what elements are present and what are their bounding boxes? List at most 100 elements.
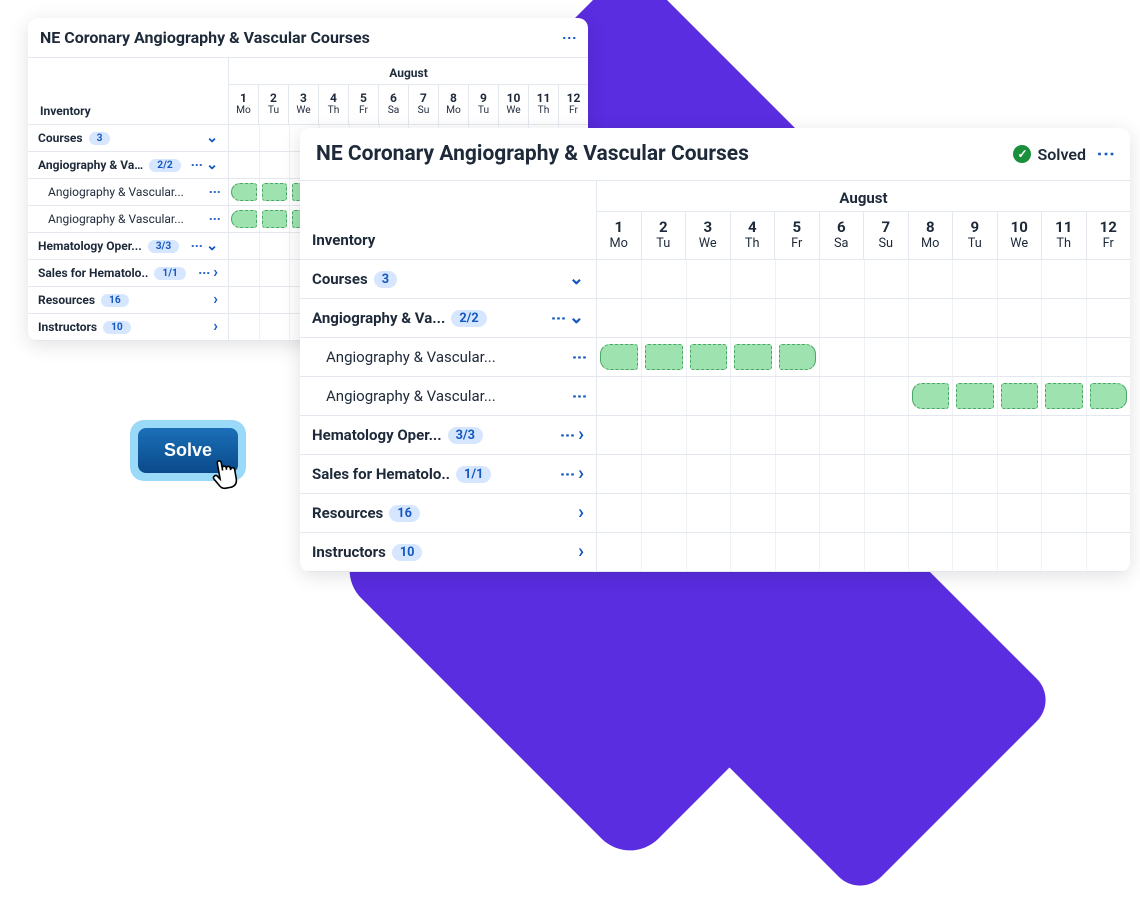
chevron-right-icon[interactable] (213, 320, 218, 334)
scheduled-block[interactable] (231, 183, 257, 201)
row-menu-icon[interactable]: ⋮ (575, 350, 584, 365)
row-menu-icon[interactable]: ⋮ (563, 428, 572, 443)
chevron-right-icon[interactable] (578, 426, 584, 444)
day-of-week: Th (529, 105, 558, 116)
group-row[interactable]: Courses3 (300, 260, 596, 299)
timeline-cell (686, 299, 730, 337)
scheduled-block[interactable] (645, 344, 682, 370)
count-badge: 1/1 (154, 267, 185, 280)
timeline-cell (730, 299, 774, 337)
group-row[interactable]: Angiography & Va...2/2⋮ (28, 152, 228, 179)
timeline-cell (1041, 455, 1085, 493)
timeline-cell (819, 533, 863, 571)
group-row[interactable]: Hematology Oper...3/3⋮ (28, 233, 228, 260)
scheduled-block[interactable] (690, 344, 727, 370)
timeline-cell (259, 206, 289, 232)
timeline-cell (997, 299, 1041, 337)
scheduled-block[interactable] (1090, 383, 1127, 409)
group-row[interactable]: Angiography & Va...2/2⋮ (300, 299, 596, 338)
day-number: 10 (998, 218, 1042, 236)
group-row[interactable]: Hematology Oper...3/3⋮ (300, 416, 596, 455)
chevron-down-icon[interactable] (206, 131, 218, 145)
chevron-down-icon[interactable] (569, 309, 584, 327)
scheduled-block[interactable] (262, 210, 287, 228)
scheduled-block[interactable] (734, 344, 771, 370)
day-of-week: We (499, 105, 528, 116)
chevron-right-icon[interactable] (578, 543, 584, 561)
row-menu-icon[interactable]: ⋮ (211, 186, 218, 198)
timeline-cell (229, 152, 259, 178)
timeline-cell (641, 260, 685, 298)
chevron-right-icon[interactable] (213, 293, 218, 307)
timeline-cell (952, 455, 996, 493)
day-column-header: 6Sa (378, 85, 408, 125)
timeline-cell (597, 416, 641, 454)
day-of-week: Th (1042, 236, 1086, 251)
group-row[interactable]: Courses3 (28, 125, 228, 152)
day-of-week: Th (731, 236, 775, 251)
timeline-cell (597, 455, 641, 493)
group-row[interactable]: Resources16 (28, 287, 228, 314)
chevron-down-icon[interactable] (206, 158, 218, 172)
scheduled-block[interactable] (779, 344, 816, 370)
timeline-cell (775, 455, 819, 493)
day-number: 7 (409, 91, 438, 105)
scheduled-block[interactable] (1045, 383, 1082, 409)
group-row[interactable]: Instructors10 (28, 314, 228, 341)
scheduled-block[interactable] (1001, 383, 1038, 409)
row-menu-icon[interactable]: ⋮ (554, 311, 563, 326)
day-of-week: Mo (597, 236, 641, 251)
timeline-cell (819, 494, 863, 532)
day-of-week: Fr (1087, 236, 1131, 251)
day-number: 2 (259, 91, 288, 105)
row-menu-icon[interactable]: ⋮ (193, 240, 200, 252)
scheduled-block[interactable] (956, 383, 993, 409)
day-of-week: Th (319, 105, 348, 116)
day-column-header: 9Tu (468, 85, 498, 125)
group-row[interactable]: Instructors10 (300, 533, 596, 572)
day-of-week: Mo (439, 105, 468, 116)
day-column-header: 6Sa (819, 212, 864, 260)
day-column-header: 1Mo (596, 212, 641, 260)
row-label-text: Courses (312, 270, 368, 288)
panel-title: NE Coronary Angiography & Vascular Cours… (40, 28, 370, 47)
panel-menu-icon[interactable]: ⋮ (1096, 145, 1114, 163)
panel-menu-icon[interactable]: ⋮ (562, 31, 576, 45)
chevron-down-icon[interactable] (206, 239, 218, 253)
timeline-cell (1086, 299, 1130, 337)
schedule-panel-after: NE Coronary Angiography & Vascular Cours… (300, 128, 1130, 572)
day-of-week: Sa (820, 236, 864, 251)
timeline-cell (641, 377, 685, 415)
timeline-cell (597, 338, 641, 376)
chevron-right-icon[interactable] (578, 504, 584, 522)
day-of-week: Tu (469, 105, 498, 116)
scheduled-block[interactable] (262, 183, 287, 201)
row-menu-icon[interactable]: ⋮ (200, 267, 207, 279)
scheduled-block[interactable] (912, 383, 949, 409)
chevron-right-icon[interactable] (578, 465, 584, 483)
row-menu-icon[interactable]: ⋮ (211, 213, 218, 225)
panel-header: NE Coronary Angiography & Vascular Cours… (28, 18, 588, 58)
timeline-cell (908, 494, 952, 532)
timeline-cell (686, 416, 730, 454)
chevron-right-icon[interactable] (213, 266, 218, 280)
day-of-week: Tu (642, 236, 686, 251)
scheduled-block[interactable] (231, 210, 257, 228)
timeline-cell (229, 125, 259, 151)
group-row[interactable]: Resources16 (300, 494, 596, 533)
row-menu-icon[interactable]: ⋮ (575, 389, 584, 404)
course-row: Angiography & Vascular...⋮ (300, 338, 596, 377)
timeline-cell (997, 260, 1041, 298)
group-row[interactable]: Sales for Hematolo..1/1⋮ (28, 260, 228, 287)
day-of-week: Fr (775, 236, 819, 251)
scheduled-block[interactable] (600, 344, 638, 370)
row-menu-icon[interactable]: ⋮ (193, 159, 200, 171)
chevron-down-icon[interactable] (569, 270, 584, 288)
row-menu-icon[interactable]: ⋮ (563, 467, 572, 482)
timeline-cell (730, 494, 774, 532)
timeline-cell (819, 377, 863, 415)
row-timeline (596, 533, 1130, 572)
day-number: 11 (1042, 218, 1086, 236)
timeline-cell (686, 455, 730, 493)
group-row[interactable]: Sales for Hematolo..1/1⋮ (300, 455, 596, 494)
